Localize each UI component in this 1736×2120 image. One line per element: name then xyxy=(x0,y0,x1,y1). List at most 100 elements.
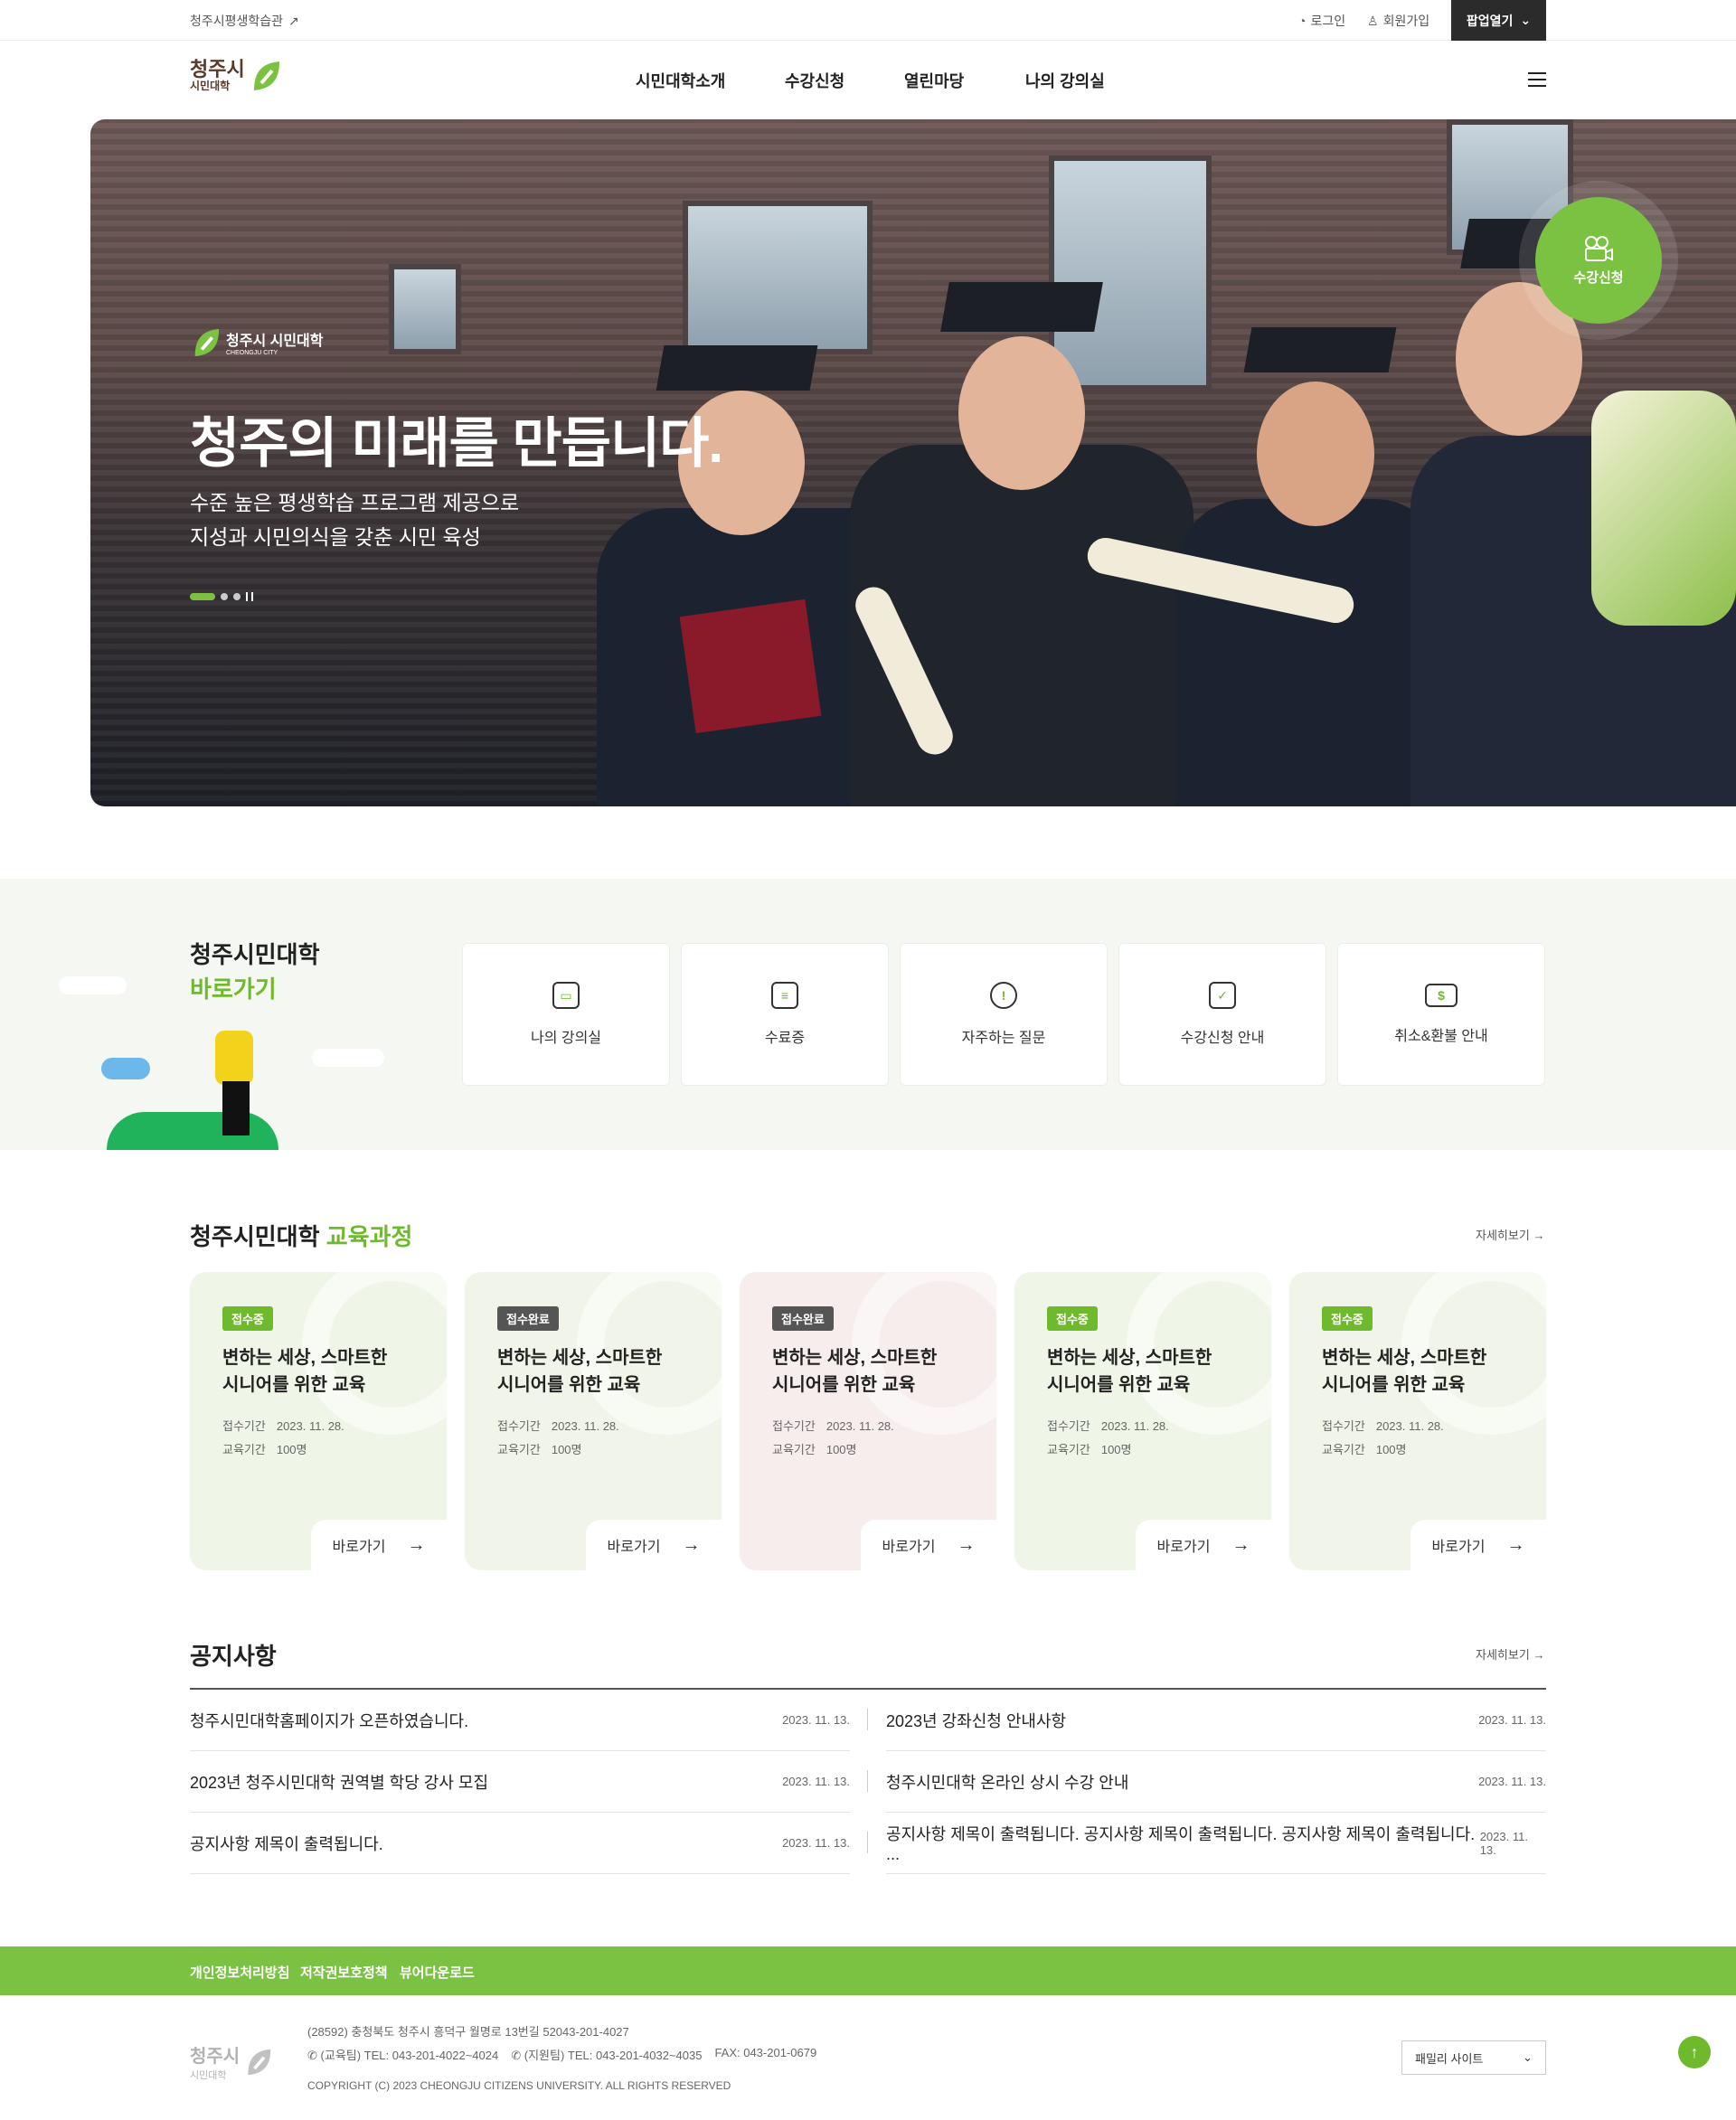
course-card[interactable]: 접수중 변하는 세상, 스마트한 시니어를 위한 교육 접수기간 2023. 11. 2… xyxy=(1014,1272,1271,1570)
chevron-down-icon: ⌄ xyxy=(1520,13,1532,27)
user-icon: ♙ xyxy=(1367,13,1379,28)
family-site-select[interactable]: 패밀리 사이트 ⌄ xyxy=(1401,2040,1546,2075)
quick-faq[interactable]: ! 자주하는 질문 xyxy=(900,943,1108,1086)
more-label: 자세히보기 xyxy=(1476,1229,1530,1242)
hero-subtitle-line: 지성과 시민의식을 갖춘 시민 육성 xyxy=(190,525,481,549)
quick-refund-guide[interactable]: $ 취소&환불 안내 xyxy=(1337,943,1545,1086)
nav-community[interactable]: 열린마당 xyxy=(904,69,964,92)
pause-icon[interactable] xyxy=(246,592,253,601)
meta-label: 접수기간 xyxy=(497,1419,541,1433)
clipboard-icon: ≡ xyxy=(771,982,798,1009)
graduation-cap xyxy=(1243,327,1397,372)
arrow-right-icon: → xyxy=(682,1534,701,1555)
privacy-policy-link[interactable]: 개인정보처리방침 xyxy=(190,1963,289,1982)
diploma-folder xyxy=(679,598,822,734)
course-apply-period: 접수기간 2023. 11. 28. xyxy=(497,1417,630,1434)
graduation-cap xyxy=(656,345,818,391)
course-card[interactable]: 접수중 변하는 세상, 스마트한 시니어를 위한 교육 접수기간 2023. 11. 2… xyxy=(1289,1272,1546,1570)
course-go-button[interactable]: 바로가기 → xyxy=(311,1520,447,1570)
enroll-floating-label: 수강신청 xyxy=(1573,269,1624,286)
course-apply-period: 접수기간 2023. 11. 28. xyxy=(1047,1417,1180,1434)
course-edu-period: 교육기간 100명 xyxy=(222,1440,318,1457)
meta-label: 접수기간 xyxy=(772,1419,816,1433)
meta-value: 2023. 11. 28. xyxy=(1375,1419,1444,1433)
course-title: 변하는 세상, 스마트한 시니어를 위한 교육 xyxy=(772,1344,937,1399)
popup-open-button[interactable]: 팝업열기 ⌄ xyxy=(1451,0,1546,41)
phone-icon: ✆ xyxy=(307,2049,317,2062)
slide-dot[interactable] xyxy=(221,593,228,600)
slide-dot-active[interactable] xyxy=(190,593,215,600)
meta-label: 교육기간 xyxy=(1322,1443,1365,1456)
logo-text-sub: 시민대학 xyxy=(190,80,231,92)
footer-logo-main: 청주시 xyxy=(190,2047,241,2067)
enroll-floating-button[interactable]: 수강신청 xyxy=(1535,197,1662,324)
nav-my-classroom[interactable]: 나의 강의실 xyxy=(1025,69,1105,92)
join-label: 회원가입 xyxy=(1382,14,1430,28)
quick-label: 수강신청 안내 xyxy=(1180,1031,1265,1046)
course-title-line: 시니어를 위한 교육 xyxy=(497,1375,641,1395)
slide-dot[interactable] xyxy=(233,593,241,600)
lifelong-center-label: 청주시평생학습관 xyxy=(190,14,284,28)
course-title-line: 시니어를 위한 교육 xyxy=(1047,1375,1191,1395)
course-go-button[interactable]: 바로가기 → xyxy=(1136,1520,1271,1570)
course-edu-period: 교육기간 100명 xyxy=(772,1440,868,1457)
notice-item-date: 2023. 11. 13. xyxy=(1479,1829,1528,1857)
graduate-face xyxy=(958,336,1085,490)
course-card[interactable]: 접수완료 변하는 세상, 스마트한 시니어를 위한 교육 접수기간 2023. 11. … xyxy=(740,1272,996,1570)
footer-address: (28592) 충청북도 청주시 흥덕구 월명로 13번길 52043-201-… xyxy=(307,2025,629,2039)
course-title: 변하는 세상, 스마트한 시니어를 위한 교육 xyxy=(1322,1344,1486,1399)
join-link[interactable]: ♙ 회원가입 xyxy=(1367,12,1429,30)
notice-item[interactable]: 공지사항 제목이 출력됩니다. 2023. 11. 13. xyxy=(190,1813,850,1874)
go-label: 바로가기 xyxy=(1431,1540,1486,1555)
go-label: 바로가기 xyxy=(332,1540,386,1555)
menu-hamburger-icon[interactable] xyxy=(1528,72,1546,87)
notice-item[interactable]: 공지사항 제목이 출력됩니다. 공지사항 제목이 출력됩니다. 공지사항 제목이… xyxy=(886,1813,1546,1874)
scroll-top-button[interactable]: ↑ xyxy=(1678,2036,1711,2068)
person-legs-illustration xyxy=(222,1081,250,1135)
meta-label: 교육기간 xyxy=(222,1443,266,1456)
status-badge: 접수중 xyxy=(1322,1306,1373,1331)
person-illustration xyxy=(215,1031,253,1085)
site-logo[interactable]: 청주시 시민대학 xyxy=(190,60,281,92)
notice-more-link[interactable]: 자세히보기 → xyxy=(1476,1645,1544,1663)
lifelong-center-link[interactable]: 청주시평생학습관 ↗ xyxy=(190,12,299,30)
course-go-button[interactable]: 바로가기 → xyxy=(861,1520,996,1570)
notice-item[interactable]: 청주시민대학 온라인 상시 수강 안내 2023. 11. 13. xyxy=(886,1751,1546,1813)
meta-value: 2023. 11. 28. xyxy=(1100,1419,1169,1433)
go-label: 바로가기 xyxy=(882,1540,936,1555)
utility-bar: 청주시평생학습관 ↗ ◔ 로그인 ♙ 회원가입 팝업열기 ⌄ xyxy=(0,0,1736,41)
status-badge: 접수중 xyxy=(222,1306,273,1331)
quick-title-line2: 바로가기 xyxy=(190,975,277,1003)
nav-enroll[interactable]: 수강신청 xyxy=(785,69,844,92)
login-link[interactable]: ◔ 로그인 xyxy=(1298,12,1345,30)
notice-item[interactable]: 청주시민대학홈페이지가 오픈하였습니다. 2023. 11. 13. xyxy=(190,1690,850,1751)
quick-certificate[interactable]: ≡ 수료증 xyxy=(681,943,889,1086)
video-camera-icon xyxy=(1585,235,1613,261)
course-card[interactable]: 접수중변하는 세상, 스마트한 시니어를 위한 교육접수기간 2023. 11. 2… xyxy=(190,1272,447,1570)
copyright-policy-link[interactable]: 저작권보호정책 xyxy=(300,1963,388,1982)
course-go-button[interactable]: 바로가기 → xyxy=(1410,1520,1546,1570)
courses-more-link[interactable]: 자세히보기 → xyxy=(1476,1226,1544,1243)
meta-label: 접수기간 xyxy=(222,1419,266,1433)
quick-enroll-guide[interactable]: ✓ 수강신청 안내 xyxy=(1118,943,1326,1086)
meta-value: 2023. 11. 28. xyxy=(276,1419,344,1433)
course-title-line: 변하는 세상, 스마트한 xyxy=(497,1348,663,1368)
go-label: 바로가기 xyxy=(1156,1540,1211,1555)
course-title-line: 변하는 세상, 스마트한 xyxy=(1047,1348,1212,1368)
meta-value: 100명 xyxy=(551,1443,582,1456)
notice-item[interactable]: 2023년 강좌신청 안내사항 2023. 11. 13. xyxy=(886,1690,1546,1751)
notice-item-title: 2023년 청주시민대학 권역별 학당 강사 모집 xyxy=(190,1773,489,1792)
hero-banner: 청주시 시민대학 CHEONGJU CITY 청주의 미래를 만듭니다. 수준 … xyxy=(90,119,1736,806)
course-title: 변하는 세상, 스마트한 시니어를 위한 교육 xyxy=(222,1344,387,1399)
course-go-button[interactable]: 바로가기 → xyxy=(586,1520,722,1570)
viewer-download-link[interactable]: 뷰어다운로드 xyxy=(400,1963,475,1982)
course-card[interactable]: 접수완료 변하는 세상, 스마트한 시니어를 위한 교육 접수기간 2023. 11. … xyxy=(465,1272,722,1570)
nav-about[interactable]: 시민대학소개 xyxy=(636,69,725,92)
question-icon: ! xyxy=(990,982,1017,1009)
flower-bouquet xyxy=(1591,391,1736,626)
quick-my-classroom[interactable]: ▭ 나의 강의실 xyxy=(462,943,670,1086)
courses-title-a: 청주시민대학 xyxy=(190,1223,320,1250)
building-window xyxy=(1049,155,1212,391)
arrow-right-icon: → xyxy=(1231,1534,1250,1555)
notice-item[interactable]: 2023년 청주시민대학 권역별 학당 강사 모집 2023. 11. 13. xyxy=(190,1751,850,1813)
